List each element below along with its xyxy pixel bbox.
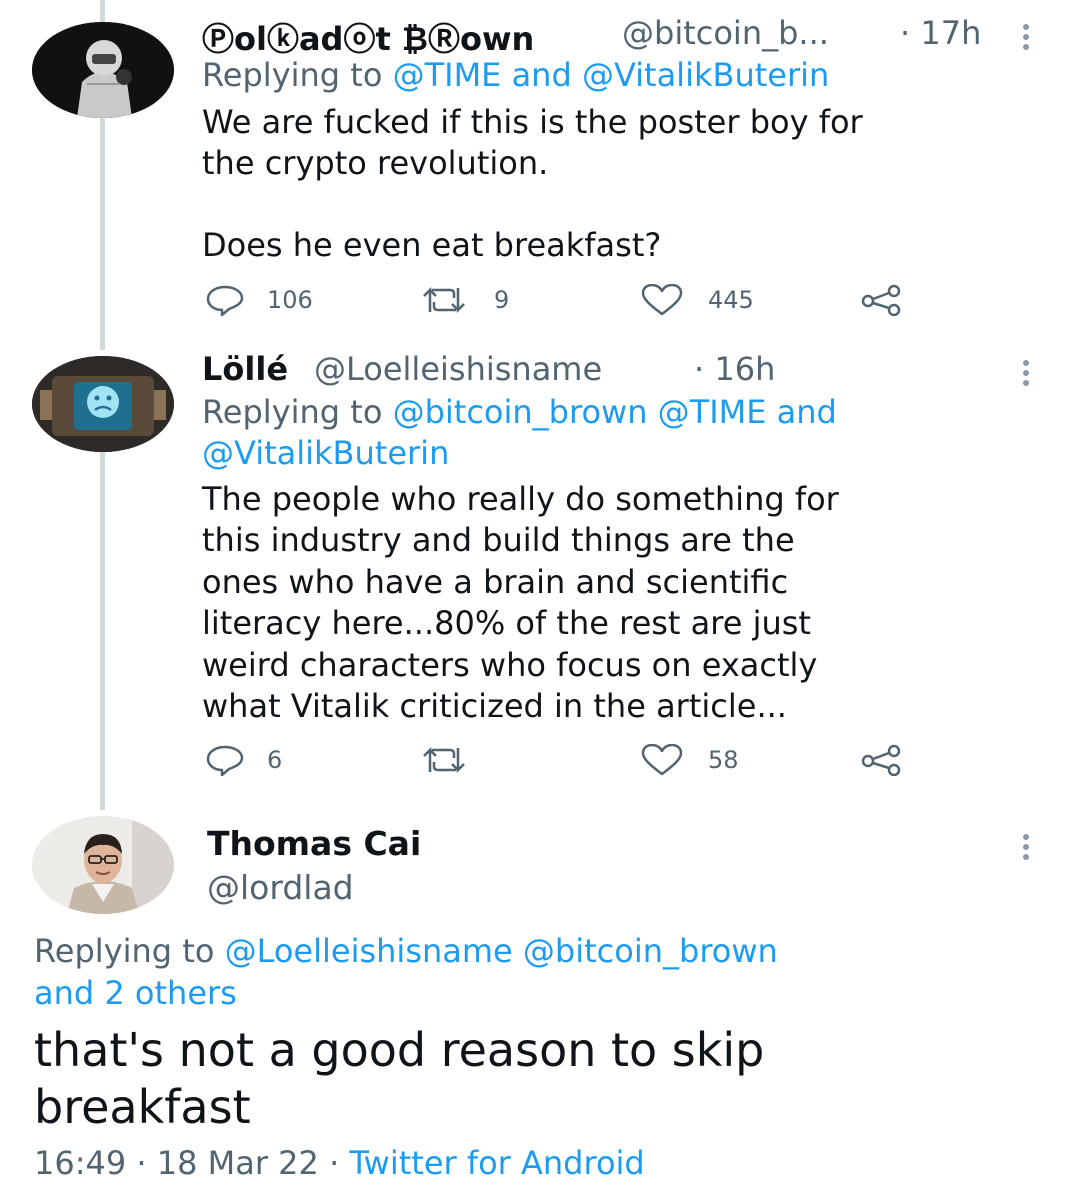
hazmat-suit-avatar[interactable] [32, 22, 174, 118]
tweet-timestamp[interactable]: 16:49 · 18 Mar 22 · [34, 1144, 339, 1182]
retweet-icon [423, 746, 465, 774]
like-count: 445 [708, 286, 754, 314]
share-icon [861, 284, 901, 316]
display-name[interactable]: Thomas Cai [207, 824, 421, 863]
heart-icon [641, 744, 683, 776]
timestamp[interactable]: · 17h [900, 14, 981, 52]
tweet-text: We are fucked if this is the poster boy … [202, 103, 863, 264]
handle[interactable]: @bitcoin_b... [622, 14, 829, 52]
timestamp[interactable]: · 16h [694, 350, 775, 388]
more-options-icon[interactable] [1022, 834, 1030, 864]
share-button[interactable] [860, 744, 902, 776]
thread-connector-top [100, 0, 105, 22]
replying-to: Replying to @TIME and @VitalikButerin [202, 56, 829, 94]
heart-icon [641, 284, 683, 316]
display-name[interactable]: Ⓟolⓚadⓞt ₿Ⓡown [202, 14, 534, 60]
thread-connector [100, 452, 105, 810]
like-count: 58 [708, 746, 739, 774]
thread-connector [100, 118, 105, 350]
reply-icon [206, 285, 244, 316]
share-icon [861, 744, 901, 776]
mention-link[interactable]: @Loelleishisname @bitcoin_brown [225, 932, 778, 970]
replying-label: Replying to [34, 932, 215, 970]
replying-to: Replying to @bitcoin_brown @TIME and @Vi… [202, 392, 837, 474]
handle[interactable]: @lordlad [207, 868, 354, 907]
others-link[interactable]: and 2 others [34, 972, 778, 1014]
retweet-button[interactable]: 9 [420, 284, 509, 316]
retweet-count: 9 [494, 286, 510, 314]
retweet-icon [423, 286, 465, 314]
mention-link[interactable]: @bitcoin_brown @TIME and [393, 393, 837, 431]
reply-button[interactable]: 106 [205, 284, 313, 316]
source-link[interactable]: Twitter for Android [349, 1144, 644, 1182]
mention-link[interactable]: @VitalikButerin [202, 433, 837, 474]
share-button[interactable] [860, 284, 902, 316]
reply-icon [206, 745, 244, 776]
more-options-icon[interactable] [1022, 360, 1030, 390]
mention-link[interactable]: @TIME and @VitalikButerin [393, 56, 830, 94]
replying-to: Replying to @Loelleishisname @bitcoin_br… [34, 930, 778, 1014]
reply-button[interactable]: 6 [205, 744, 282, 776]
more-options-icon[interactable] [1022, 24, 1030, 54]
display-name[interactable]: Löllé [202, 350, 288, 388]
like-button[interactable]: 58 [640, 744, 739, 776]
tweet-text: that's not a good reason to skip breakfa… [34, 1023, 765, 1134]
reply-count: 6 [267, 746, 283, 774]
sad-robot-avatar[interactable] [32, 356, 174, 452]
replying-label: Replying to [202, 56, 383, 94]
retweet-button[interactable] [420, 744, 490, 776]
like-button[interactable]: 445 [640, 284, 754, 316]
person-photo-avatar[interactable] [32, 816, 174, 914]
reply-count: 106 [267, 286, 313, 314]
tweet-text: The people who really do something for t… [202, 480, 839, 726]
handle[interactable]: @Loelleishisname [314, 350, 602, 388]
replying-label: Replying to [202, 393, 383, 431]
tweet-meta: 16:49 · 18 Mar 22 · Twitter for Android [34, 1144, 645, 1182]
